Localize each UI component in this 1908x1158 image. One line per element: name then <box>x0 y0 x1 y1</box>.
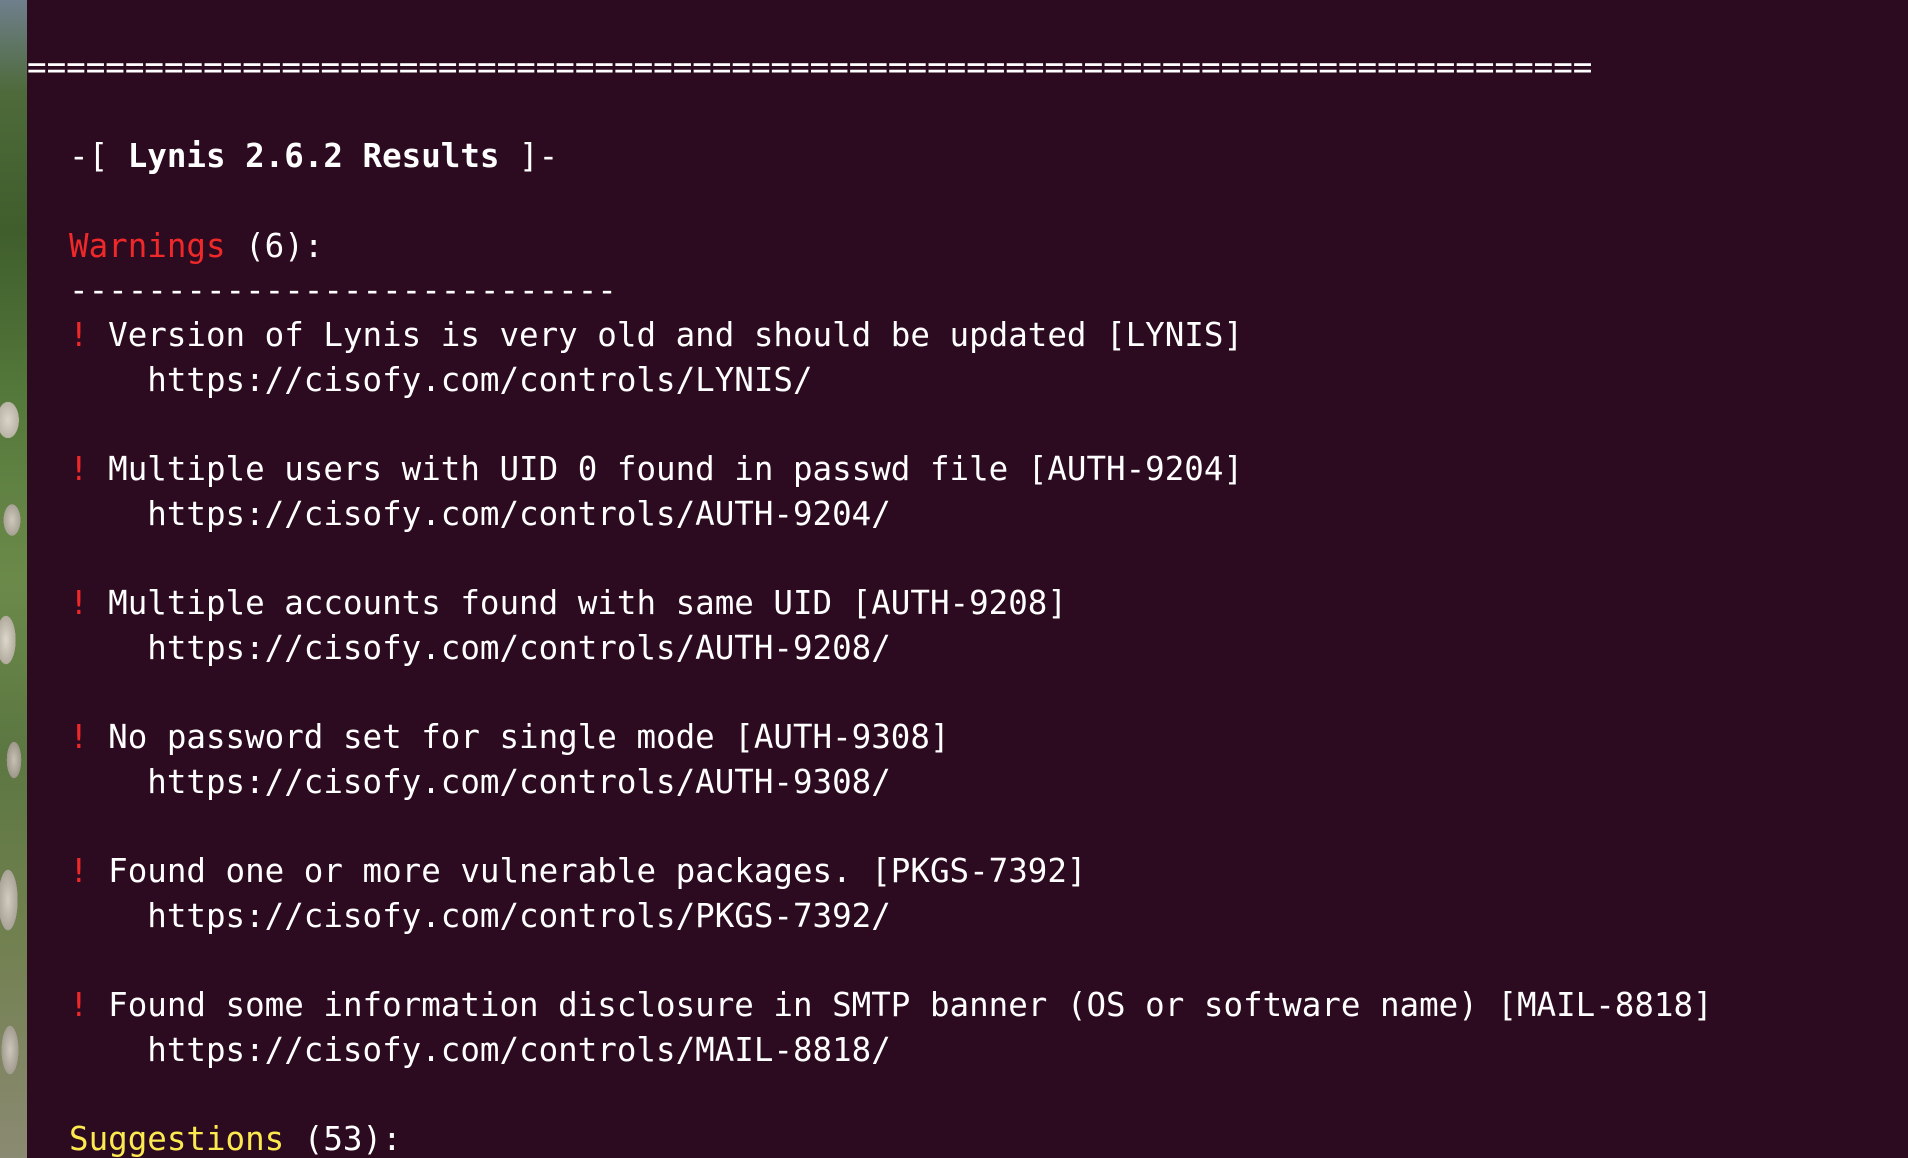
results-title: -[ Lynis 2.6.2 Results ]- <box>69 134 558 179</box>
warnings-label: Warnings <box>69 227 226 265</box>
warning-marker: ! <box>69 450 89 488</box>
warning-url[interactable]: https://cisofy.com/controls/AUTH-9308/ <box>69 760 891 805</box>
warning-marker: ! <box>69 852 89 890</box>
warning-text: Found some information disclosure in SMT… <box>88 986 1713 1024</box>
suggestions-label: Suggestions <box>69 1120 285 1158</box>
warning-line: ! No password set for single mode [AUTH-… <box>69 715 950 760</box>
warning-url[interactable]: https://cisofy.com/controls/AUTH-9208/ <box>69 626 891 671</box>
warning-marker: ! <box>69 316 89 354</box>
warning-url[interactable]: https://cisofy.com/controls/AUTH-9204/ <box>69 492 891 537</box>
warning-url[interactable]: https://cisofy.com/controls/MAIL-8818/ <box>69 1028 891 1073</box>
warning-text: Multiple users with UID 0 found in passw… <box>88 450 1244 488</box>
warning-line: ! Found one or more vulnerable packages.… <box>69 849 1086 894</box>
terminal-window[interactable]: ========================================… <box>27 0 1908 1158</box>
warning-url[interactable]: https://cisofy.com/controls/LYNIS/ <box>69 358 812 403</box>
warning-line: ! Version of Lynis is very old and shoul… <box>69 313 1243 358</box>
warning-line: ! Multiple users with UID 0 found in pas… <box>69 447 1243 492</box>
warning-text: Found one or more vulnerable packages. [… <box>88 852 1087 890</box>
suggestions-count: (53): <box>284 1120 402 1158</box>
warning-text: No password set for single mode [AUTH-93… <box>88 718 950 756</box>
warning-line: ! Found some information disclosure in S… <box>69 983 1713 1028</box>
warnings-divider: ---------------------------- <box>69 271 617 309</box>
warnings-heading: Warnings (6): <box>69 224 323 269</box>
warning-text: Multiple accounts found with same UID [A… <box>88 584 1067 622</box>
results-title-text: Lynis 2.6.2 Results <box>127 137 500 175</box>
suggestions-heading: Suggestions (53): <box>69 1117 402 1158</box>
warning-line: ! Multiple accounts found with same UID … <box>69 581 1067 626</box>
warning-url[interactable]: https://cisofy.com/controls/PKGS-7392/ <box>69 894 891 939</box>
desktop-wallpaper <box>0 0 27 1158</box>
warning-marker: ! <box>69 718 89 756</box>
results-title-suffix: ]- <box>499 137 559 175</box>
warnings-count: (6): <box>225 227 324 265</box>
warning-marker: ! <box>69 986 89 1024</box>
warning-marker: ! <box>69 584 89 622</box>
results-title-prefix: -[ <box>69 137 128 175</box>
separator-line: ========================================… <box>27 48 1593 86</box>
warning-text: Version of Lynis is very old and should … <box>88 316 1244 354</box>
